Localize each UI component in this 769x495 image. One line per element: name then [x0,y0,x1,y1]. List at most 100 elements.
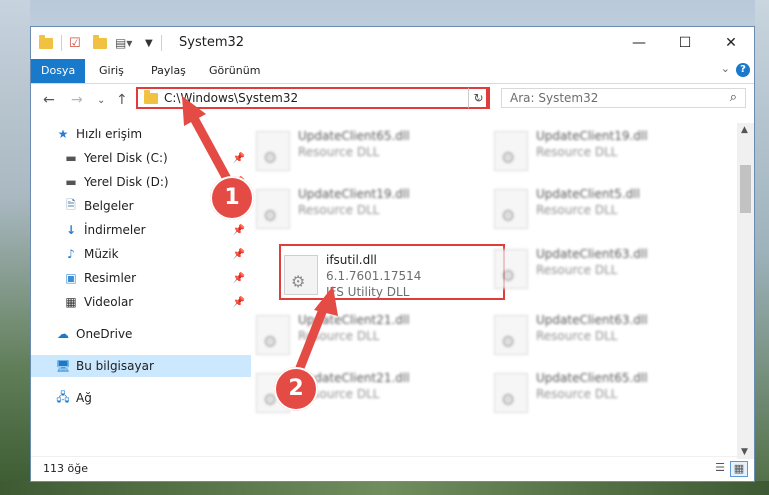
file-name: UpdateClient21.dll [298,313,410,327]
file-type: Resource DLL [298,203,380,217]
pin-icon[interactable]: 📌 [233,273,245,284]
forward-arrow-icon[interactable]: → [71,92,83,108]
address-path: C:\Windows\System32 [164,91,299,105]
sidebar-item-quick-access[interactable]: ★ Hızlı erişim [31,123,251,145]
title-bar: ☑ ▤▾ ▼ System32 — ☐ ✕ [31,27,754,59]
list-item[interactable]: UpdateClient65.dll Resource DLL [489,367,719,421]
back-arrow-icon[interactable]: ← [43,92,55,108]
file-type: Resource DLL [536,263,618,277]
details-view-icon[interactable]: ☰ [712,461,728,475]
file-name: UpdateClient65.dll [536,371,648,385]
dll-file-icon [256,189,290,229]
dll-file-icon [494,131,528,171]
sidebar-item-label: Bu bilgisayar [76,359,154,373]
close-button[interactable]: ✕ [708,27,754,59]
properties-check-icon[interactable]: ☑ [69,35,81,51]
file-description: IFS Utility DLL [326,285,410,299]
sidebar-item-label: Ağ [76,391,92,405]
sidebar-item-label: Belgeler [84,199,134,213]
list-item[interactable]: UpdateClient5.dll Resource DLL [489,183,719,237]
file-list: UpdateClient65.dll Resource DLL UpdateCl… [251,123,739,459]
dll-file-icon [256,315,290,355]
dll-file-icon [284,255,318,295]
file-name: UpdateClient63.dll [536,313,648,327]
step-badge-1: 1 [210,176,254,220]
navigation-pane: ★ Hızlı erişim ▬ Yerel Disk (C:) 📌 ▬ Yer… [31,123,251,459]
file-type: Resource DLL [298,145,380,159]
music-icon: ♪ [67,247,75,261]
scrollbar-thumb[interactable] [740,165,751,213]
star-icon: ★ [57,127,69,141]
minimize-button[interactable]: — [616,27,662,59]
sidebar-item-downloads[interactable]: ↓ İndirmeler 📌 [31,219,251,241]
file-version: 6.1.7601.17514 [326,269,422,283]
pictures-icon: ▣ [65,271,77,285]
sidebar-item-label: OneDrive [76,327,133,341]
file-name: UpdateClient65.dll [298,129,410,143]
pin-icon[interactable]: 📌 [233,297,245,308]
sidebar-item-label: İndirmeler [84,223,146,237]
sidebar-item-pictures[interactable]: ▣ Resimler 📌 [31,267,251,289]
drive-icon: ▬ [65,175,77,189]
pin-icon[interactable]: 📌 [233,153,245,164]
scroll-up-arrow-icon[interactable]: ▲ [741,125,748,135]
document-icon: 🗎 [66,197,76,212]
sidebar-item-label: Yerel Disk (D:) [84,175,169,189]
sidebar-item-music[interactable]: ♪ Müzik 📌 [31,243,251,265]
file-name: UpdateClient63.dll [536,247,648,261]
video-icon: ▦ [65,295,77,309]
customize-toolbar-icon[interactable]: ▤▾ [115,35,132,51]
help-icon[interactable]: ? [736,63,750,77]
new-folder-icon[interactable] [93,34,107,51]
pin-icon[interactable]: 📌 [233,249,245,260]
list-item-ifsutil[interactable]: ifsutil.dll 6.1.7601.17514 IFS Utility D… [279,244,509,303]
desktop-background-bottom [0,481,769,495]
sidebar-item-disk-c[interactable]: ▬ Yerel Disk (C:) 📌 [31,147,251,169]
quick-access-folder-icon[interactable] [39,34,53,51]
recent-locations-chevron-icon[interactable]: ⌄ [97,95,105,106]
list-item[interactable]: UpdateClient19.dll Resource DLL [489,125,719,179]
sidebar-item-onedrive[interactable]: ☁ OneDrive [31,323,251,345]
title-divider [161,35,162,51]
tab-paylas[interactable]: Paylaş [141,59,196,83]
list-item[interactable]: UpdateClient63.dll Resource DLL [489,243,719,297]
sidebar-item-label: Resimler [84,271,137,285]
download-icon: ↓ [65,223,77,237]
sidebar-item-label: Müzik [84,247,119,261]
item-count: 113 öğe [43,462,88,475]
sidebar-item-label: Hızlı erişim [76,127,143,141]
navigation-bar: ← → ⌄ ↑ C:\Windows\System32 ⌄ ↻ Ara: Sys… [31,84,754,116]
tab-gorunum[interactable]: Görünüm [199,59,270,83]
list-item[interactable]: UpdateClient65.dll Resource DLL [251,125,481,179]
sidebar-item-network[interactable]: 🖧 Ağ [31,387,251,409]
sidebar-item-videos[interactable]: ▦ Videolar 📌 [31,291,251,313]
dll-file-icon [494,373,528,413]
drive-icon: ▬ [65,151,77,165]
chevron-down-icon[interactable]: ▼ [145,35,153,51]
ribbon-expand-icon[interactable]: ⌄ [721,62,730,75]
sidebar-item-this-pc[interactable]: 🖥 Bu bilgisayar [31,355,251,377]
ribbon: Dosya Giriş Paylaş Görünüm ⌄ ? [31,59,754,84]
tab-giris[interactable]: Giriş [89,59,134,83]
search-icon[interactable]: ⌕ [730,90,737,105]
maximize-button[interactable]: ☐ [662,27,708,59]
file-type: Resource DLL [536,145,618,159]
list-item[interactable]: UpdateClient63.dll Resource DLL [489,309,719,363]
up-arrow-icon[interactable]: ↑ [116,92,128,108]
large-icons-view-icon[interactable]: ▦ [730,461,748,477]
dll-file-icon [494,189,528,229]
step-badge-2: 2 [274,367,318,411]
pin-icon[interactable]: 📌 [233,225,245,236]
file-name: ifsutil.dll [326,253,377,267]
list-item[interactable]: UpdateClient21.dll Resource DLL [251,309,481,363]
tab-dosya[interactable]: Dosya [31,59,86,83]
dll-file-icon [494,315,528,355]
search-placeholder: Ara: System32 [510,91,599,105]
vertical-scrollbar[interactable]: ▲ ▼ [737,123,754,459]
address-bar[interactable]: C:\Windows\System32 ⌄ [136,87,488,109]
search-input[interactable]: Ara: System32 ⌕ [501,88,746,108]
list-item[interactable]: UpdateClient19.dll Resource DLL [251,183,481,237]
computer-icon: 🖥 [55,359,71,373]
cloud-icon: ☁ [57,327,69,341]
refresh-button[interactable]: ↻ [468,87,490,109]
